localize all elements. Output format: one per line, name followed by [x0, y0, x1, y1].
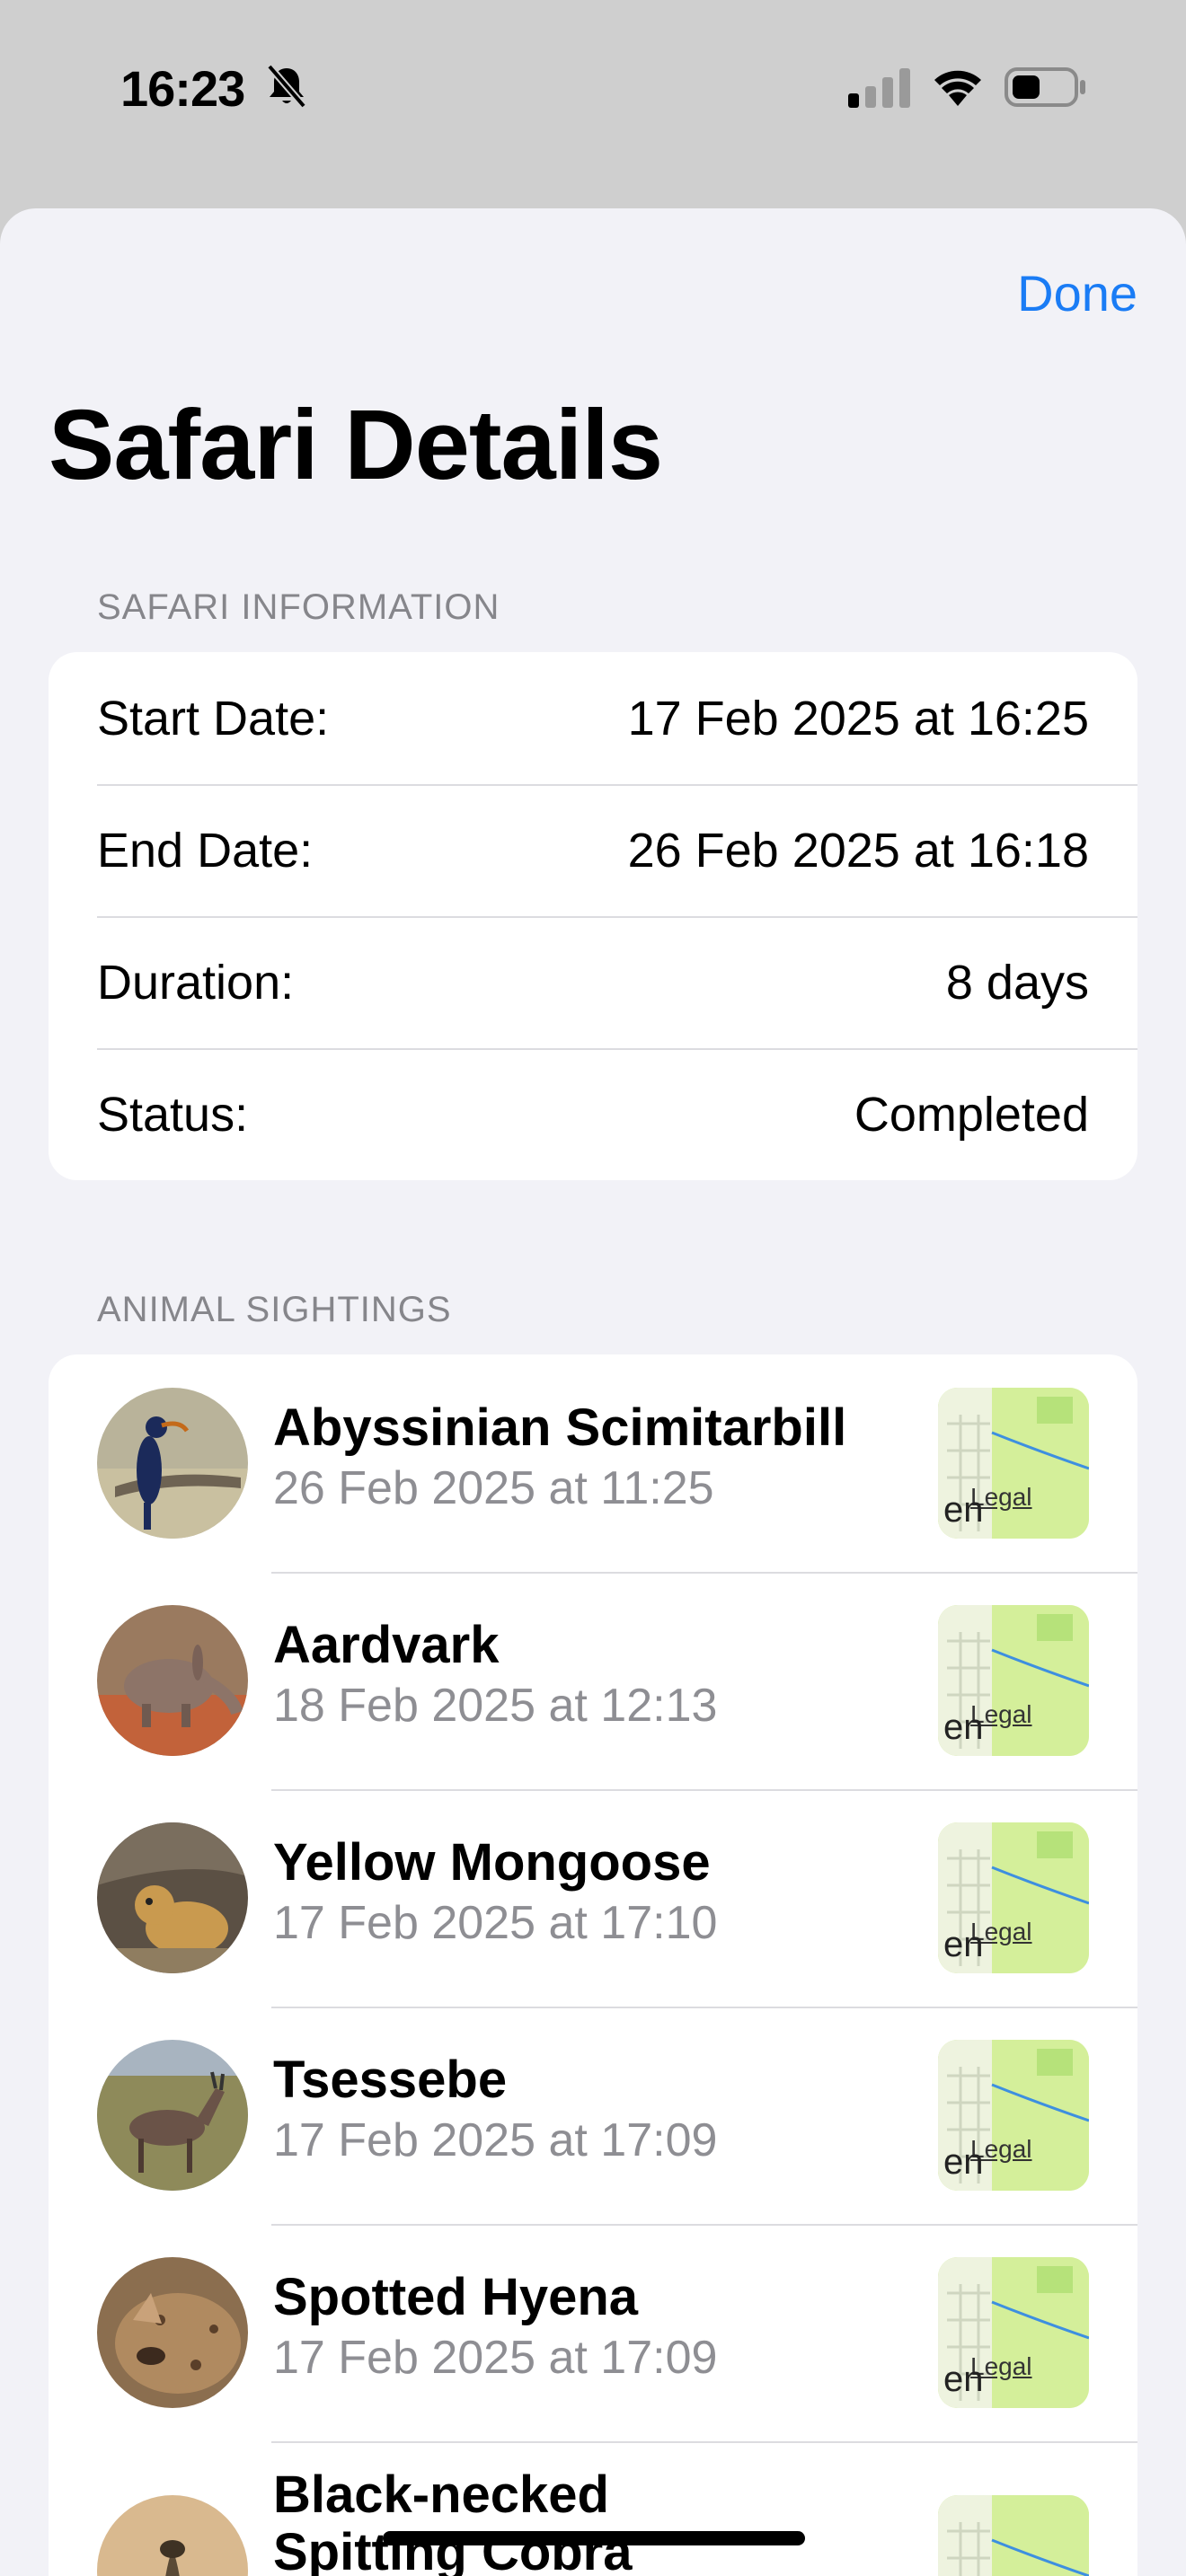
sighting-text: Yellow Mongoose 17 Feb 2025 at 17:10: [273, 1834, 956, 1954]
map-language-label: en: [943, 1925, 984, 1964]
sighting-row[interactable]: Yellow Mongoose 17 Feb 2025 at 17:10 Leg…: [49, 1789, 1137, 2007]
sighting-name: Aardvark: [273, 1616, 500, 1674]
info-row-end-date: End Date: 26 Feb 2025 at 16:18: [49, 784, 1137, 916]
info-value: 26 Feb 2025 at 16:18: [627, 823, 1089, 878]
animal-sightings-card: Abyssinian Scimitarbill 26 Feb 2025 at 1…: [49, 1354, 1137, 2576]
animal-photo-aardvark: [97, 1605, 248, 1756]
status-time: 16:23: [120, 60, 245, 117]
info-label: Start Date:: [97, 691, 330, 745]
map-thumbnail: [938, 2495, 1089, 2576]
sighting-date: 17 Feb 2025 at 17:09: [273, 2114, 718, 2166]
animal-photo-yellow-mongoose: [97, 1822, 248, 1973]
sighting-date: 26 Feb 2025 at 11:25: [273, 1462, 714, 1514]
home-indicator[interactable]: [383, 2531, 805, 2545]
info-value: Completed: [854, 1087, 1089, 1142]
animal-photo-tsessebe: [97, 2040, 248, 2191]
sighting-date: 17 Feb 2025 at 17:09: [273, 2332, 718, 2384]
section-header-animal-sightings: ANIMAL SIGHTINGS: [97, 1290, 452, 1329]
section-header-safari-information: SAFARI INFORMATION: [97, 587, 500, 627]
sighting-row[interactable]: Tsessebe 17 Feb 2025 at 17:09 Legal en: [49, 2007, 1137, 2224]
status-bar: 16:23: [0, 0, 1186, 208]
map-thumbnail: Legal en: [938, 2257, 1089, 2408]
sighting-row[interactable]: Black-necked Spitting Cobra: [49, 2441, 1137, 2576]
map-thumbnail: Legal en: [938, 1822, 1089, 1973]
sighting-date: 18 Feb 2025 at 12:13: [273, 1680, 718, 1732]
sighting-text: Spotted Hyena 17 Feb 2025 at 17:09: [273, 2269, 956, 2389]
info-label: Status:: [97, 1087, 249, 1142]
animal-photo-abyssinian-scimitarbill: [97, 1388, 248, 1539]
sighting-date: 17 Feb 2025 at 17:10: [273, 1897, 718, 1949]
sighting-text: Abyssinian Scimitarbill 26 Feb 2025 at 1…: [273, 1399, 956, 1520]
wifi-icon: [934, 70, 981, 106]
map-thumbnail: Legal en: [938, 2040, 1089, 2191]
info-value: 8 days: [945, 955, 1089, 1010]
map-thumbnail: Legal en: [938, 1388, 1089, 1539]
map-language-label: en: [943, 2142, 984, 2182]
map-thumbnail: Legal en: [938, 1605, 1089, 1756]
map-language-label: en: [943, 1490, 984, 1530]
animal-photo-black-necked-spitting-cobra: [97, 2495, 248, 2576]
done-button[interactable]: Done: [1017, 264, 1137, 322]
sighting-text: Tsessebe 17 Feb 2025 at 17:09: [273, 2051, 956, 2172]
sighting-name: Black-necked Spitting Cobra: [273, 2466, 633, 2576]
sighting-name: Tsessebe: [273, 2051, 508, 2109]
info-label: End Date:: [97, 823, 314, 878]
battery-icon: [1005, 67, 1085, 107]
info-value: 17 Feb 2025 at 16:25: [627, 691, 1089, 745]
sighting-row[interactable]: Abyssinian Scimitarbill 26 Feb 2025 at 1…: [49, 1354, 1137, 1572]
sighting-name: Yellow Mongoose: [273, 1833, 711, 1892]
info-row-start-date: Start Date: 17 Feb 2025 at 16:25: [49, 652, 1137, 784]
sighting-text: Aardvark 18 Feb 2025 at 12:13: [273, 1617, 956, 1737]
cellular-signal-icon: [848, 68, 910, 108]
map-language-label: en: [943, 2360, 984, 2399]
map-language-label: en: [943, 1707, 984, 1747]
safari-information-card: Start Date: 17 Feb 2025 at 16:25 End Dat…: [49, 652, 1137, 1180]
animal-photo-spotted-hyena: [97, 2257, 248, 2408]
info-label: Duration:: [97, 955, 295, 1010]
bell-slash-icon: [266, 64, 307, 109]
info-row-status: Status: Completed: [49, 1048, 1137, 1180]
safari-details-sheet: Done Safari Details SAFARI INFORMATION S…: [0, 208, 1186, 2576]
map-graphic: [938, 2495, 1089, 2576]
sighting-text: Black-necked Spitting Cobra: [273, 2466, 956, 2576]
sighting-name: Abyssinian Scimitarbill: [273, 1398, 847, 1457]
sighting-row[interactable]: Aardvark 18 Feb 2025 at 12:13 Legal en: [49, 1572, 1137, 1789]
sighting-name: Spotted Hyena: [273, 2268, 639, 2326]
sighting-row[interactable]: Spotted Hyena 17 Feb 2025 at 17:09 Legal…: [49, 2224, 1137, 2441]
info-row-duration: Duration: 8 days: [49, 916, 1137, 1048]
page-title: Safari Details: [49, 390, 663, 500]
